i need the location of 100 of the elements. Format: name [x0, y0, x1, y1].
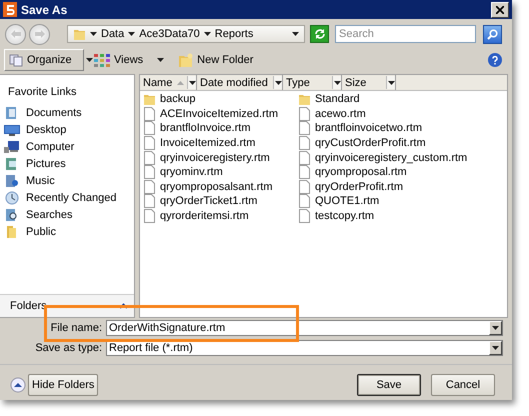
file-item[interactable]: qyrorderitemsi.rtm	[143, 208, 298, 224]
file-icon	[298, 180, 311, 194]
column-header[interactable]: Size	[342, 75, 396, 90]
column-filter-button[interactable]	[187, 76, 196, 89]
computer-icon	[4, 140, 20, 154]
file-item[interactable]: qryOrderProfit.rtm	[298, 180, 498, 194]
hide-folders-button[interactable]: Hide Folders	[28, 374, 98, 396]
sidebar-heading: Favorite Links	[7, 85, 78, 100]
file-item[interactable]: Standard	[298, 92, 498, 107]
file-item[interactable]: acewo.rtm	[298, 106, 498, 122]
file-item[interactable]: qryCustOrderProfit.rtm	[298, 136, 498, 150]
caret-icon[interactable]	[128, 32, 136, 36]
file-icon	[143, 106, 156, 121]
forward-button[interactable]	[29, 24, 50, 44]
caret-icon[interactable]	[274, 80, 282, 84]
file-icon	[143, 136, 156, 150]
dropdown-caret-icon[interactable]	[492, 346, 499, 350]
sidebar-item[interactable]: Desktop	[0, 121, 134, 138]
search-icon	[487, 28, 498, 40]
column-header[interactable]: Type	[283, 75, 342, 90]
file-type-dropdown[interactable]: Report file (*.rtm)	[106, 340, 503, 356]
music-icon	[4, 174, 20, 188]
sidebar-item[interactable]: Recently Changed	[0, 189, 134, 206]
sidebar-item[interactable]: Documents	[0, 104, 134, 121]
monitor-icon	[4, 122, 20, 136]
breadcrumb[interactable]: Ace3Data70	[139, 28, 200, 40]
file-icon	[298, 165, 311, 180]
back-arrow-icon	[10, 30, 20, 38]
sort-arrow-icon	[177, 80, 184, 84]
file-icon	[143, 209, 156, 224]
file-icon	[143, 194, 156, 208]
new-folder-button[interactable]: New Folder	[174, 49, 258, 71]
clock-icon	[4, 190, 20, 204]
file-icon	[143, 150, 156, 165]
file-item[interactable]: QUOTE1.rtm	[298, 194, 498, 209]
file-icon	[298, 121, 311, 136]
file-item[interactable]: backup	[143, 92, 298, 107]
sidebar-item[interactable]: Computer	[0, 138, 134, 155]
dialog-button[interactable]: Cancel	[431, 374, 495, 396]
file-item[interactable]: qryinvoiceregistery.rtm	[143, 150, 298, 165]
sidebar-item[interactable]: Pictures	[0, 155, 134, 172]
organize-icon	[9, 54, 23, 66]
window-title: Save As	[21, 2, 68, 16]
dropdown-caret-icon[interactable]	[157, 58, 164, 62]
column-filter-button[interactable]	[273, 76, 282, 89]
folder-icon	[73, 28, 86, 40]
file-item[interactable]: testcopy.rtm	[298, 208, 498, 224]
search-button[interactable]	[483, 24, 502, 44]
caret-icon[interactable]	[334, 80, 340, 84]
file-icon	[298, 106, 311, 121]
dropdown-caret-icon[interactable]	[86, 58, 93, 62]
sidebar-item[interactable]: Music	[0, 172, 134, 189]
caret-icon[interactable]	[204, 32, 211, 36]
file-icon	[298, 150, 311, 165]
file-item[interactable]: qryomproposalsant.rtm	[143, 180, 298, 194]
file-item[interactable]: qryinvoiceregistery_custom.rtm	[298, 150, 498, 165]
app-logo	[3, 2, 17, 17]
file-name-field[interactable]: OrderWithSignature.rtm	[106, 320, 503, 336]
close-button[interactable]	[491, 2, 509, 18]
caret-icon[interactable]	[388, 80, 394, 84]
column-header[interactable]: Date modified	[197, 75, 283, 90]
refresh-icon	[314, 28, 326, 40]
views-icon	[94, 54, 110, 66]
forward-arrow-icon	[34, 30, 44, 38]
folder-icon	[143, 92, 156, 106]
field-label: File name:	[50, 322, 102, 334]
close-icon	[496, 6, 504, 14]
dropdown-caret-icon[interactable]	[292, 32, 299, 36]
address-bar[interactable]: Data Ace3Data70 Reports	[67, 25, 305, 43]
folder-icon	[298, 92, 311, 106]
column-filter-button[interactable]	[332, 76, 341, 89]
caret-icon[interactable]	[90, 32, 97, 36]
file-item[interactable]: brantfloinvoicetwo.rtm	[298, 121, 498, 136]
views-button[interactable]: Views	[90, 49, 168, 71]
expand-up-icon	[10, 377, 26, 393]
file-item[interactable]: qryOrderTicket1.rtm	[143, 194, 298, 209]
dropdown-caret-icon[interactable]	[492, 326, 499, 330]
column-filter-button[interactable]	[386, 76, 395, 89]
new-folder-icon	[178, 52, 194, 68]
search-field[interactable]: Search	[335, 25, 476, 43]
file-item[interactable]: ACEInvoiceItemized.rtm	[143, 106, 298, 122]
column-header[interactable]: Name	[140, 75, 197, 90]
file-item[interactable]: brantfloInvoice.rtm	[143, 121, 298, 136]
file-icon	[143, 165, 156, 180]
file-item[interactable]: qryomproposal.rtm	[298, 164, 498, 180]
field-label: Save as type:	[34, 342, 102, 354]
sidebar-item[interactable]: Searches	[0, 206, 134, 223]
sidebar-item[interactable]: Public	[0, 223, 134, 240]
file-icon	[298, 209, 311, 224]
file-icon	[298, 136, 311, 150]
refresh-button[interactable]	[310, 25, 329, 43]
dialog-button[interactable]: Save	[357, 374, 421, 396]
file-icon	[143, 121, 156, 136]
file-item[interactable]: InvoiceItemized.rtm	[143, 136, 298, 150]
file-item[interactable]: qryominv.rtm	[143, 164, 298, 180]
caret-icon[interactable]	[188, 80, 196, 84]
help-icon[interactable]	[488, 53, 502, 67]
breadcrumb[interactable]: Reports	[214, 28, 254, 40]
file-icon	[298, 194, 311, 208]
breadcrumb[interactable]: Data	[101, 28, 124, 40]
